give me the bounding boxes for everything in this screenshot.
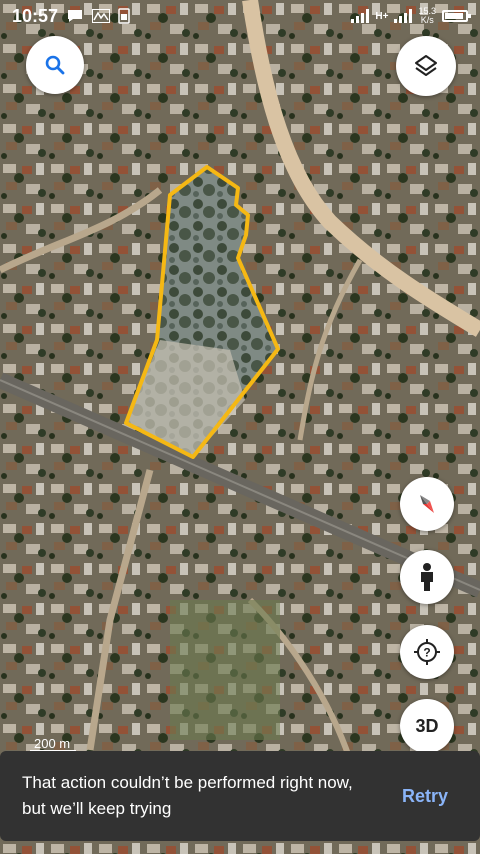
location-icon: ? xyxy=(414,639,440,665)
svg-text:?: ? xyxy=(423,646,430,660)
status-time: 10:57 xyxy=(12,5,59,26)
scale-label: 200 m xyxy=(34,736,71,751)
status-bar: 10:57 H+ 15.3 K/s xyxy=(0,0,480,32)
compass-icon xyxy=(420,495,434,513)
sim-card-icon xyxy=(118,8,130,24)
snackbar: That action couldn’t be performed right … xyxy=(0,751,480,841)
search-icon xyxy=(45,55,65,75)
my-location-button[interactable]: ? xyxy=(400,625,454,679)
snackbar-message: That action couldn’t be performed right … xyxy=(22,773,353,818)
3d-toggle-button[interactable]: 3D xyxy=(400,699,454,753)
chat-icon xyxy=(68,10,83,22)
layers-button[interactable] xyxy=(396,36,456,96)
search-button[interactable] xyxy=(26,36,84,94)
net-speed: 15.3 K/s xyxy=(418,6,436,25)
signal-icon xyxy=(351,9,370,23)
signal-icon xyxy=(394,9,413,23)
network-type: H+ xyxy=(375,10,389,22)
battery-icon xyxy=(442,10,471,22)
retry-button[interactable]: Retry xyxy=(402,786,448,807)
layers-icon xyxy=(415,55,437,76)
street-view-button[interactable] xyxy=(400,550,454,604)
3d-label: 3D xyxy=(415,715,439,736)
activity-icon xyxy=(92,9,111,23)
compass-button[interactable] xyxy=(400,477,454,531)
pegman-icon xyxy=(421,563,433,591)
